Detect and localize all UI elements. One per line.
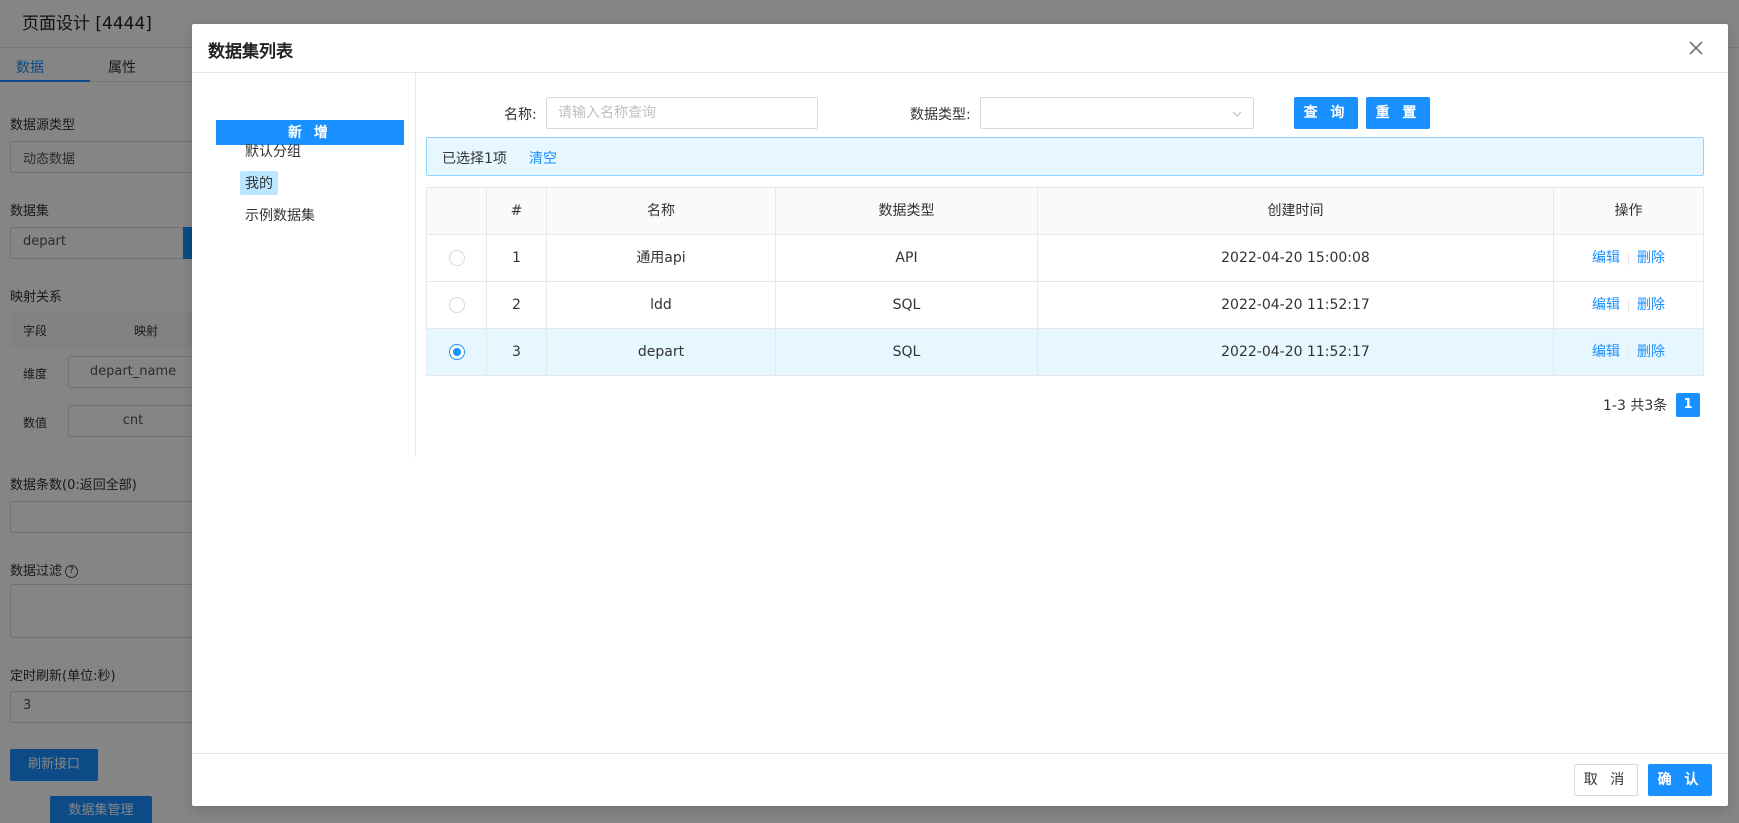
- row-index: 1: [487, 235, 547, 281]
- edit-link[interactable]: 编辑: [1592, 297, 1620, 313]
- row-select-cell: [427, 235, 487, 281]
- edit-link[interactable]: 编辑: [1592, 344, 1620, 360]
- action-divider: [1628, 298, 1629, 312]
- table-header: # 名称 数据类型 创建时间 操作: [427, 188, 1703, 235]
- row-name: depart: [547, 329, 776, 375]
- row-radio[interactable]: [448, 250, 465, 266]
- dataset-list-modal: 数据集列表 新 增 默认分组 我的 示例数据集 名称: 数据类型: 查 询 重 …: [192, 24, 1728, 806]
- action-divider: [1628, 251, 1629, 265]
- confirm-button[interactable]: 确 认: [1648, 764, 1712, 796]
- table-row[interactable]: 2 ldd SQL 2022-04-20 11:52:17 编辑 删除: [427, 282, 1703, 329]
- row-actions: 编辑 删除: [1554, 282, 1703, 328]
- name-search-input[interactable]: [546, 97, 818, 129]
- row-name: 通用api: [547, 235, 776, 281]
- row-created: 2022-04-20 11:52:17: [1038, 329, 1554, 375]
- row-radio[interactable]: [448, 344, 465, 360]
- header-select: [427, 188, 487, 234]
- reset-button[interactable]: 重 置: [1366, 97, 1430, 129]
- chevron-down-icon: [1231, 108, 1243, 120]
- group-panel: 新 增: [192, 73, 416, 457]
- group-item-sample[interactable]: 示例数据集: [240, 203, 320, 227]
- edit-link[interactable]: 编辑: [1592, 250, 1620, 266]
- row-type: SQL: [776, 282, 1038, 328]
- pagination-total: 1-3 共3条: [1603, 398, 1668, 414]
- delete-link[interactable]: 删除: [1637, 344, 1665, 360]
- table-row[interactable]: 3 depart SQL 2022-04-20 11:52:17 编辑 删除: [427, 329, 1703, 376]
- type-filter-label-text: 数据类型: [910, 107, 966, 123]
- delete-link[interactable]: 删除: [1637, 250, 1665, 266]
- modal-header: 数据集列表: [192, 24, 1728, 73]
- delete-link[interactable]: 删除: [1637, 297, 1665, 313]
- header-created: 创建时间: [1038, 188, 1554, 234]
- modal-footer: 取 消 确 认: [192, 753, 1728, 806]
- row-type: SQL: [776, 329, 1038, 375]
- table-row[interactable]: 1 通用api API 2022-04-20 15:00:08 编辑 删除: [427, 235, 1703, 282]
- row-name: ldd: [547, 282, 776, 328]
- dataset-table: # 名称 数据类型 创建时间 操作 1 通用api API 2022-04-20…: [426, 187, 1704, 376]
- row-created: 2022-04-20 15:00:08: [1038, 235, 1554, 281]
- close-icon[interactable]: [1684, 36, 1708, 60]
- pagination-page-current[interactable]: 1: [1676, 393, 1700, 417]
- selection-count: 已选择1项: [442, 151, 507, 167]
- header-actions: 操作: [1614, 203, 1643, 219]
- header-index: #: [487, 188, 547, 234]
- row-created: 2022-04-20 11:52:17: [1038, 282, 1554, 328]
- row-select-cell: [427, 329, 487, 375]
- group-item-mine[interactable]: 我的: [240, 171, 278, 195]
- header-type: 数据类型: [776, 188, 1038, 234]
- row-type: API: [776, 235, 1038, 281]
- header-name: 名称: [547, 188, 776, 234]
- name-search-label: 名称:: [504, 107, 537, 123]
- type-filter-label: 数据类型:: [910, 107, 971, 123]
- name-search-label-text: 名称: [504, 107, 532, 123]
- cancel-button[interactable]: 取 消: [1574, 764, 1638, 796]
- action-divider: [1628, 345, 1629, 359]
- selection-alert: 已选择1项 清空: [426, 137, 1704, 176]
- group-item-default[interactable]: 默认分组: [240, 139, 306, 163]
- clear-selection-link[interactable]: 清空: [529, 148, 557, 168]
- row-actions: 编辑 删除: [1554, 329, 1703, 375]
- row-select-cell: [427, 282, 487, 328]
- row-actions: 编辑 删除: [1554, 235, 1703, 281]
- type-filter-select[interactable]: [980, 97, 1254, 129]
- modal-title: 数据集列表: [208, 42, 293, 62]
- row-index: 2: [487, 282, 547, 328]
- row-radio[interactable]: [448, 297, 465, 313]
- row-index: 3: [487, 329, 547, 375]
- query-button[interactable]: 查 询: [1294, 97, 1358, 129]
